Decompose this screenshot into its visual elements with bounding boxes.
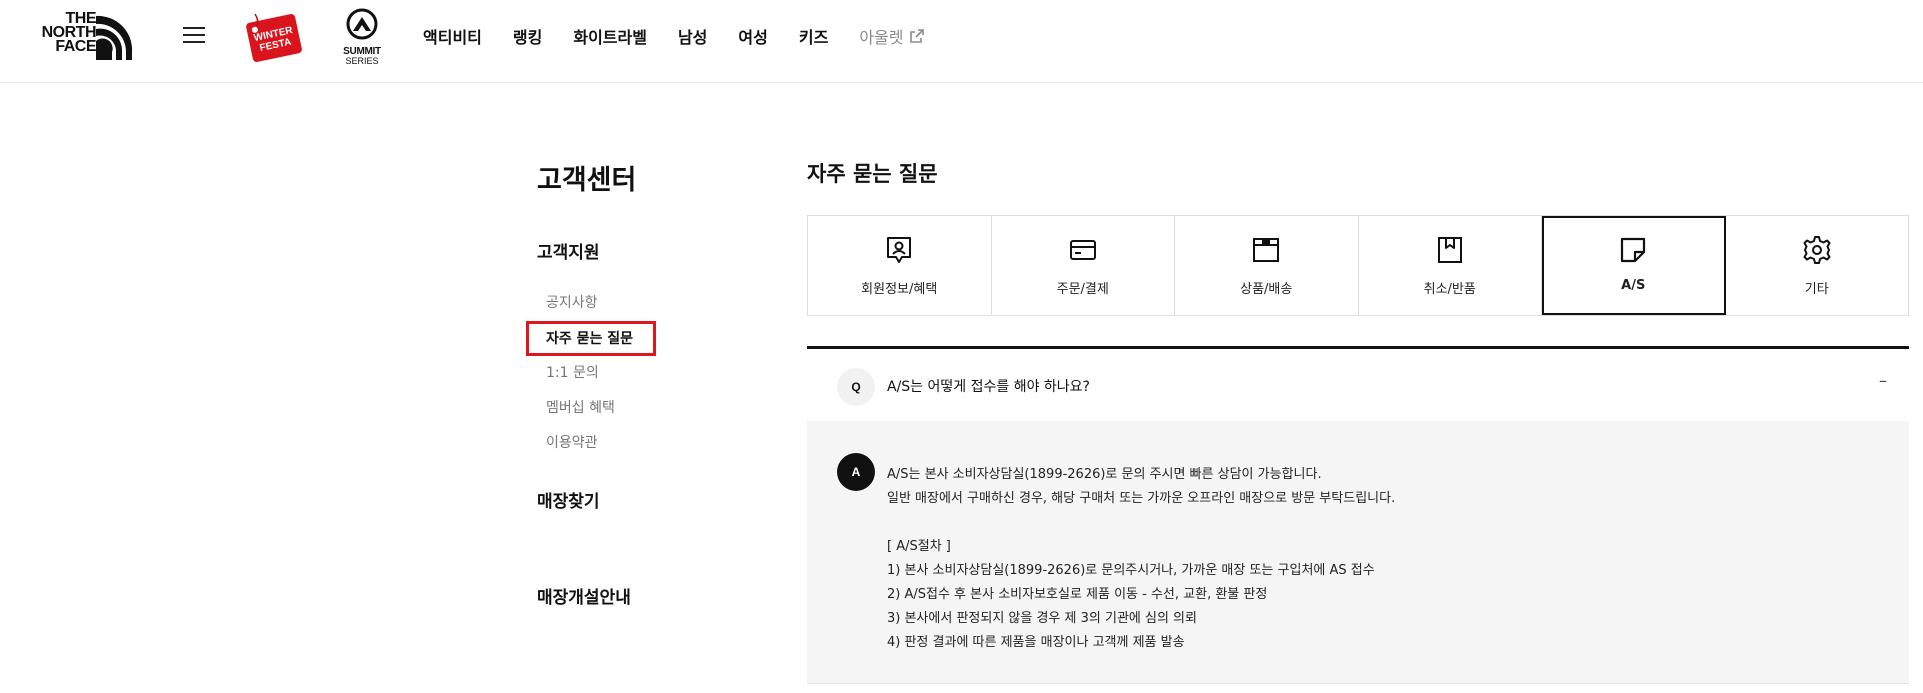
answer-line: 3) 본사에서 판정되지 않을 경우 제 3의 기관에 심의 의뢰 xyxy=(887,611,1197,626)
logo-line-3: FACE xyxy=(55,38,96,55)
sidebar-group-store-finder[interactable]: 매장찾기 xyxy=(537,487,600,512)
answer-line: A/S는 본사 소비자상담실(1899-2626)로 문의 주시면 빠른 상담이… xyxy=(887,467,1322,482)
answer-line xyxy=(887,511,1395,535)
sidebar-item-notice[interactable]: 공지사항 xyxy=(546,292,598,312)
logo-wordmark: THE NORTH FACE xyxy=(24,11,97,55)
nav-men[interactable]: 남성 xyxy=(678,24,707,48)
menu-icon xyxy=(183,27,205,29)
collapse-icon[interactable]: – xyxy=(1879,371,1887,390)
tab-label: 기타 xyxy=(1804,282,1829,297)
tab-payment[interactable]: 주문/결제 xyxy=(992,216,1175,315)
menu-button[interactable] xyxy=(183,27,205,45)
tab-etc[interactable]: 기타 xyxy=(1726,216,1909,315)
nav-women[interactable]: 여성 xyxy=(738,24,767,48)
nav-ranking[interactable]: 랭킹 xyxy=(513,24,542,48)
tab-label: 상품/배송 xyxy=(1240,282,1293,297)
nav-kids[interactable]: 키즈 xyxy=(799,24,828,48)
sidebar-item-inquiry[interactable]: 1:1 문의 xyxy=(546,362,599,382)
the-north-face-logo[interactable]: THE NORTH FACE xyxy=(24,11,134,64)
summit-icon xyxy=(346,8,378,40)
tab-delivery[interactable]: 상품/배송 xyxy=(1175,216,1359,315)
nav-white-label[interactable]: 화이트라벨 xyxy=(573,24,647,48)
sidebar-group-store-opening[interactable]: 매장개설안내 xyxy=(537,583,631,608)
answer-text: A/S는 본사 소비자상담실(1899-2626)로 문의 주시면 빠른 상담이… xyxy=(887,463,1395,655)
series-label: SERIES xyxy=(345,56,379,66)
faq-question-row[interactable]: Q A/S는 어떻게 접수를 해야 하나요? – xyxy=(807,349,1909,421)
tab-label: 취소/반품 xyxy=(1423,282,1476,297)
festa-tag-icon: WINTER FESTA xyxy=(246,13,302,63)
winter-festa-badge[interactable]: WINTER FESTA xyxy=(243,10,305,68)
tab-return[interactable]: 취소/반품 xyxy=(1359,216,1542,315)
menu-icon-line xyxy=(183,41,205,43)
answer-line: [ A/S절차 ] xyxy=(887,539,951,554)
summit-series-logo[interactable]: SUMMIT SERIES xyxy=(330,7,394,69)
tab-member[interactable]: 회원정보/혜택 xyxy=(808,216,992,315)
member-icon xyxy=(887,237,912,263)
gear-icon xyxy=(1803,236,1831,264)
sidebar-item-faq[interactable]: 자주 묻는 질문 xyxy=(546,328,633,348)
nav-activity[interactable]: 액티비티 xyxy=(423,24,482,48)
tab-label: 회원정보/혜택 xyxy=(861,282,938,297)
main-nav: 액티비티 랭킹 화이트라벨 남성 여성 키즈 아울렛 xyxy=(423,24,956,48)
answer-badge: A xyxy=(837,453,875,491)
faq-answer-panel: A A/S는 본사 소비자상담실(1899-2626)로 문의 주시면 빠른 상… xyxy=(807,421,1909,684)
return-icon xyxy=(1437,237,1462,263)
answer-line: 1) 본사 소비자상담실(1899-2626)로 문의주시거나, 가까운 매장 … xyxy=(887,563,1375,578)
page-title: 자주 묻는 질문 xyxy=(807,162,938,186)
external-link-icon xyxy=(910,29,925,43)
sidebar-item-membership[interactable]: 멤버십 혜택 xyxy=(546,397,615,417)
faq-category-tabs: 회원정보/혜택 주문/결제 상품/배송 취소/반품 A/S 기타 xyxy=(807,215,1909,316)
customer-center-title: 고객센터 xyxy=(537,165,637,196)
site-header: THE NORTH FACE WINTER FESTA SUMMIT SERIE… xyxy=(0,0,1923,83)
tab-as[interactable]: A/S xyxy=(1542,216,1726,315)
card-icon xyxy=(1069,240,1096,260)
box-icon xyxy=(1253,238,1280,262)
question-text: A/S는 어떻게 접수를 해야 하나요? xyxy=(887,379,1090,395)
sidebar-group-support[interactable]: 고객지원 xyxy=(537,238,600,263)
sidebar-item-terms[interactable]: 이용약관 xyxy=(546,432,598,452)
tab-label: 주문/결제 xyxy=(1056,282,1109,297)
menu-icon-line xyxy=(183,34,205,36)
answer-line: 일반 매장에서 구매하신 경우, 해당 구매처 또는 가까운 오프라인 매장으로… xyxy=(887,491,1396,506)
answer-line: 4) 판정 결과에 따른 제품을 매장이나 고객께 제품 발송 xyxy=(887,635,1185,650)
answer-line: 2) A/S접수 후 본사 소비자보호실로 제품 이동 - 수선, 교환, 환불… xyxy=(887,587,1268,602)
note-icon xyxy=(1621,237,1646,263)
tab-label: A/S xyxy=(1621,278,1646,293)
question-badge: Q xyxy=(837,368,875,406)
nav-outlet-label: 아울렛 xyxy=(859,28,904,47)
half-dome-icon xyxy=(96,15,133,60)
nav-outlet[interactable]: 아울렛 xyxy=(859,24,925,48)
